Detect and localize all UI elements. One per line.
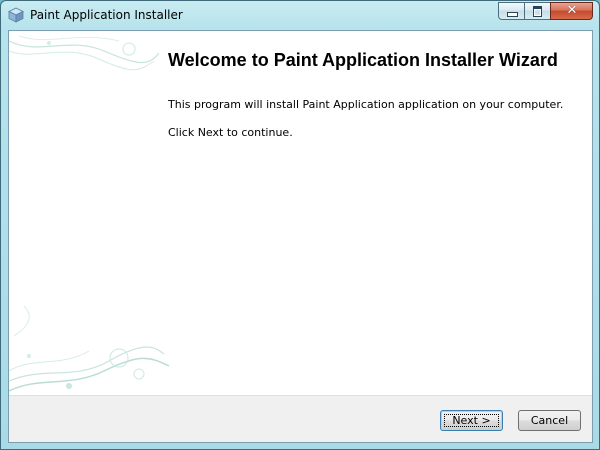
minimize-icon [507,12,518,17]
focus-rectangle [444,414,499,427]
minimize-button[interactable] [498,2,524,20]
caption-buttons: ✕ [498,2,593,21]
close-icon: ✕ [566,3,578,18]
title-bar[interactable]: Paint Application Installer ✕ [1,1,599,30]
window-title: Paint Application Installer [30,8,183,22]
cancel-button[interactable]: Cancel [518,410,581,431]
installer-window: Paint Application Installer ✕ Welcome to… [0,0,600,450]
maximize-button[interactable] [524,2,550,20]
wizard-panel: Welcome to Paint Application Installer W… [8,30,593,443]
decorative-swirl-bottom [9,305,169,392]
close-button[interactable]: ✕ [550,2,593,20]
button-bar: Next > Cancel [9,395,592,442]
wizard-heading: Welcome to Paint Application Installer W… [168,50,558,70]
next-button[interactable]: Next > [440,410,503,431]
wizard-description: This program will install Paint Applicat… [168,98,564,111]
decorative-swirl-top [9,35,159,71]
cancel-button-label: Cancel [530,414,569,427]
wizard-instruction: Click Next to continue. [168,126,293,139]
maximize-icon [533,6,542,17]
installer-box-icon[interactable] [8,7,24,23]
